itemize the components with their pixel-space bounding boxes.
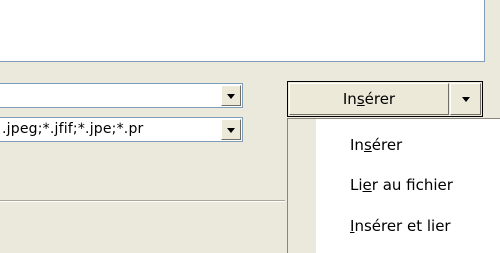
menu-icon-gutter (288, 119, 316, 253)
menu-item-lier-au-fichier[interactable]: Lier au fichier (316, 165, 500, 205)
chevron-down-icon (227, 127, 235, 133)
menu-item-inserer[interactable]: Insérer (316, 125, 500, 165)
menu-item-label-a: Li (350, 176, 363, 194)
insert-button-label-c: érer (364, 90, 396, 108)
insert-split-button[interactable]: Insérer (287, 81, 483, 117)
file-list-pane[interactable] (0, 0, 485, 62)
menu-item-inserer-et-lier[interactable]: Insérer et lier (316, 206, 500, 246)
file-type-combo[interactable]: .jpeg;*.jfif;*.jpe;*.pr (0, 117, 243, 142)
file-name-combo[interactable] (0, 83, 243, 108)
menu-item-label-c: r au fichier (371, 176, 453, 194)
insert-options-menu: Insérer Lier au fichier Insérer et lier (287, 118, 500, 253)
file-type-dropdown-button[interactable] (221, 119, 241, 140)
insert-button[interactable]: Insérer (289, 83, 449, 115)
menu-item-label-b: e (362, 176, 372, 194)
insert-button-label-b: s (356, 90, 365, 108)
insert-options-button[interactable] (450, 83, 481, 115)
menu-item-label-b: s (363, 136, 372, 154)
insert-button-label-a: In (342, 90, 357, 108)
chevron-down-icon (227, 93, 235, 99)
separator-highlight (0, 201, 285, 202)
menu-item-label-c: nsérer et lier (354, 217, 451, 235)
file-name-dropdown-button[interactable] (221, 85, 241, 106)
menu-item-label-c: érer (371, 136, 403, 154)
menu-item-label-a: In (350, 136, 364, 154)
chevron-down-icon (461, 97, 470, 102)
file-type-value[interactable]: .jpeg;*.jfif;*.jpe;*.pr (2, 121, 218, 137)
